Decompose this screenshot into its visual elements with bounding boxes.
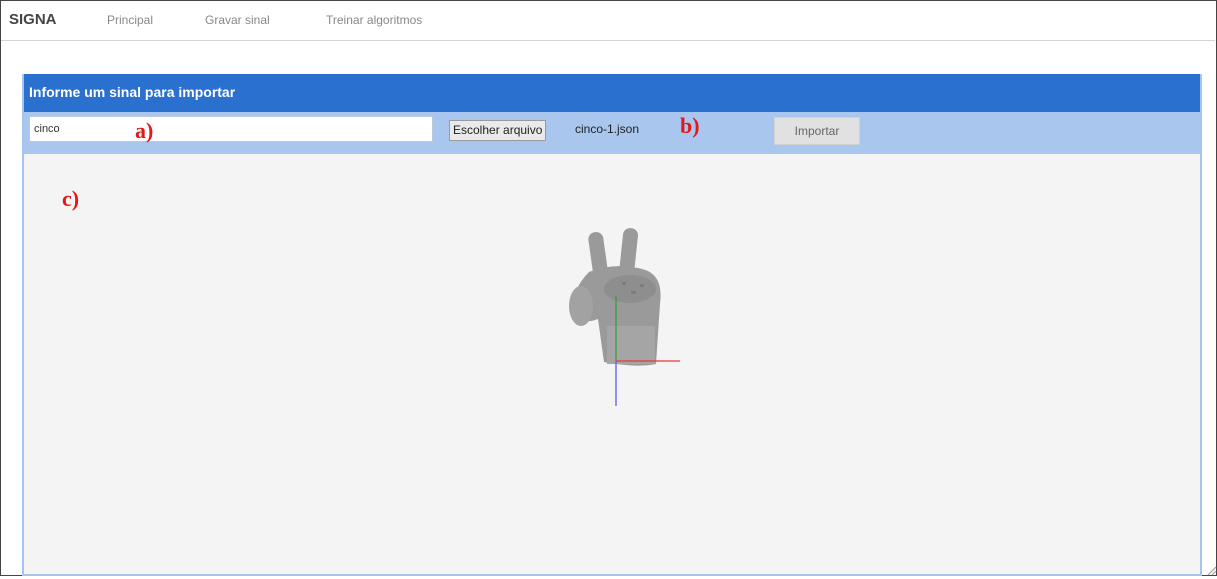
annotation-b: b) (680, 113, 700, 138)
hand-model-scene (569, 228, 680, 406)
top-navbar: SIGNA Principal Gravar sinal Treinar alg… (1, 6, 1215, 41)
resize-handle-icon[interactable] (1205, 564, 1217, 576)
annotation-c: c) (62, 186, 80, 211)
import-toolbar: Escolher arquivo cinco-1.json Importar (24, 112, 1200, 154)
hand-model (569, 228, 661, 366)
nav-link-principal[interactable]: Principal (107, 13, 153, 27)
import-panel: Informe um sinal para importar Escolher … (22, 74, 1202, 576)
nav-link-treinar-algoritmos[interactable]: Treinar algoritmos (326, 13, 422, 27)
selected-file-name: cinco-1.json (575, 122, 640, 136)
3d-viewer[interactable] (24, 154, 1200, 574)
signal-name-input[interactable] (29, 116, 433, 142)
brand-logo[interactable]: SIGNA (9, 11, 57, 28)
import-button[interactable]: Importar (774, 117, 860, 145)
nav-link-gravar-sinal[interactable]: Gravar sinal (205, 13, 270, 27)
choose-file-button[interactable]: Escolher arquivo (449, 120, 547, 141)
panel-header: Informe um sinal para importar (24, 74, 1200, 112)
annotation-a: a) (135, 118, 154, 143)
panel-title: Informe um sinal para importar (29, 84, 236, 100)
